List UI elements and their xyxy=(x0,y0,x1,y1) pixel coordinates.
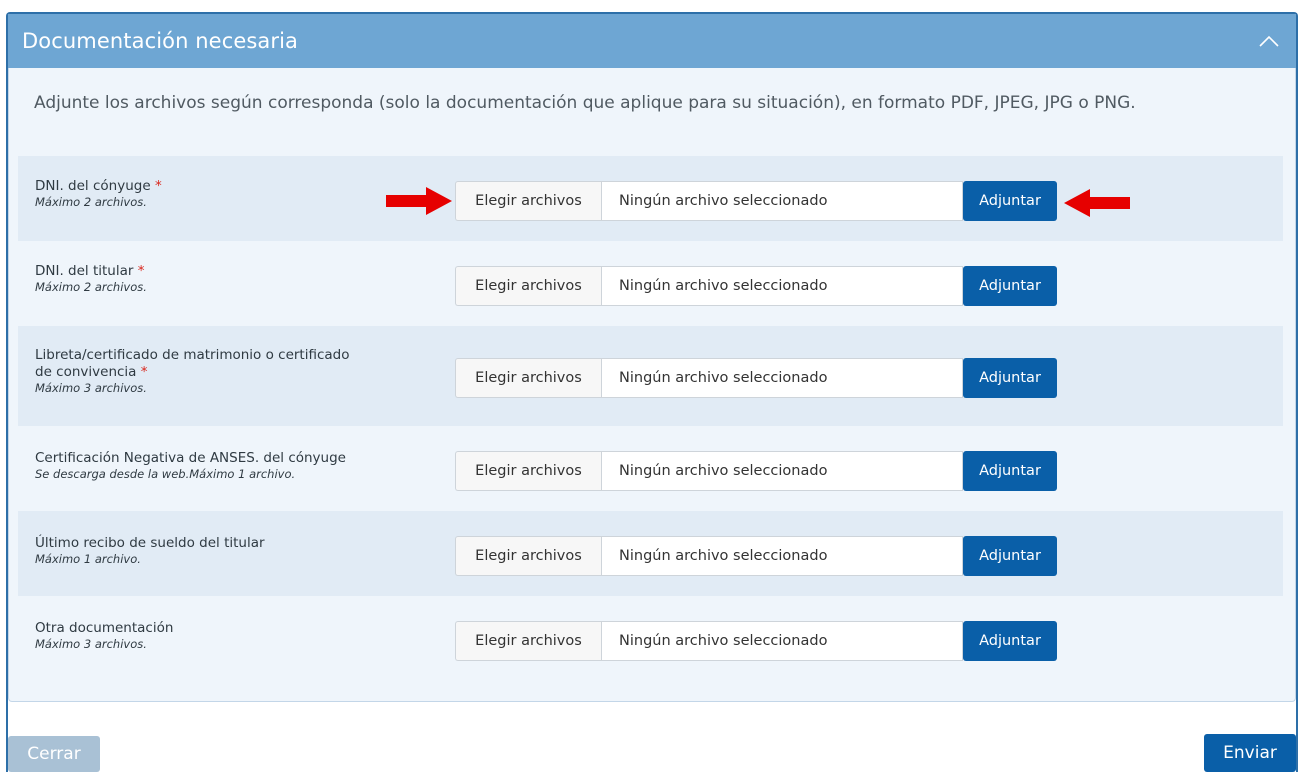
panel-header[interactable]: Documentación necesaria xyxy=(8,14,1296,68)
document-row: Libreta/certificado de matrimonio o cert… xyxy=(18,326,1283,426)
document-label: Otra documentación xyxy=(35,620,174,636)
choose-files-button[interactable]: Elegir archivos xyxy=(455,621,601,661)
document-label: DNI. del cónyuge xyxy=(35,178,151,194)
attach-button[interactable]: Adjuntar xyxy=(963,266,1057,306)
file-status: Ningún archivo seleccionado xyxy=(601,621,963,661)
document-label-block: Otra documentación Máximo 3 archivos. xyxy=(35,620,435,652)
choose-files-button[interactable]: Elegir archivos xyxy=(455,536,601,576)
document-label: Libreta/certificado de matrimonio o cert… xyxy=(35,347,350,363)
file-input-group: Elegir archivos Ningún archivo seleccion… xyxy=(455,536,1057,576)
attach-button[interactable]: Adjuntar xyxy=(963,451,1057,491)
choose-files-button[interactable]: Elegir archivos xyxy=(455,181,601,221)
required-mark: * xyxy=(137,263,145,279)
file-input-group: Elegir archivos Ningún archivo seleccion… xyxy=(455,451,1057,491)
choose-files-button[interactable]: Elegir archivos xyxy=(455,266,601,306)
document-label-block: Último recibo de sueldo del titular Máxi… xyxy=(35,535,435,567)
document-note: Máximo 1 archivo. xyxy=(35,552,141,566)
attach-button[interactable]: Adjuntar xyxy=(963,181,1057,221)
required-mark: * xyxy=(140,364,148,380)
document-label-block: DNI. del cónyuge * Máximo 2 archivos. xyxy=(35,178,435,210)
document-note: Se descarga desde la web.Máximo 1 archiv… xyxy=(35,467,296,481)
document-note: Máximo 2 archivos. xyxy=(35,280,147,294)
file-status: Ningún archivo seleccionado xyxy=(601,358,963,398)
attach-button[interactable]: Adjuntar xyxy=(963,358,1057,398)
file-input-group: Elegir archivos Ningún archivo seleccion… xyxy=(455,266,1057,306)
document-label-block: DNI. del titular * Máximo 2 archivos. xyxy=(35,263,435,295)
document-label: Certificación Negativa de ANSES. del cón… xyxy=(35,450,346,466)
document-label-block: Certificación Negativa de ANSES. del cón… xyxy=(35,450,435,482)
document-label: Último recibo de sueldo del titular xyxy=(35,535,265,551)
attach-button[interactable]: Adjuntar xyxy=(963,536,1057,576)
document-note: Máximo 3 archivos. xyxy=(35,381,147,395)
file-status: Ningún archivo seleccionado xyxy=(601,266,963,306)
submit-button[interactable]: Enviar xyxy=(1204,734,1296,772)
document-row: Último recibo de sueldo del titular Máxi… xyxy=(18,511,1283,596)
arrow-right-icon xyxy=(386,187,452,215)
document-label-block: Libreta/certificado de matrimonio o cert… xyxy=(35,347,435,396)
file-status: Ningún archivo seleccionado xyxy=(601,451,963,491)
document-row: Otra documentación Máximo 3 archivos. El… xyxy=(18,596,1283,681)
file-status: Ningún archivo seleccionado xyxy=(601,181,963,221)
document-row: Certificación Negativa de ANSES. del cón… xyxy=(18,426,1283,511)
choose-files-button[interactable]: Elegir archivos xyxy=(455,451,601,491)
chevron-up-icon[interactable] xyxy=(1258,30,1280,52)
attach-button[interactable]: Adjuntar xyxy=(963,621,1057,661)
panel-title: Documentación necesaria xyxy=(22,29,299,53)
choose-files-button[interactable]: Elegir archivos xyxy=(455,358,601,398)
document-label: DNI. del titular xyxy=(35,263,134,279)
file-status: Ningún archivo seleccionado xyxy=(601,536,963,576)
document-row: DNI. del titular * Máximo 2 archivos. El… xyxy=(18,241,1283,326)
document-note: Máximo 3 archivos. xyxy=(35,637,147,651)
required-mark: * xyxy=(154,178,162,194)
panel-intro: Adjunte los archivos según corresponda (… xyxy=(34,93,1136,113)
file-input-group: Elegir archivos Ningún archivo seleccion… xyxy=(455,621,1057,661)
document-note: Máximo 2 archivos. xyxy=(35,195,147,209)
arrow-left-icon xyxy=(1064,189,1130,217)
file-input-group: Elegir archivos Ningún archivo seleccion… xyxy=(455,181,1057,221)
file-input-group: Elegir archivos Ningún archivo seleccion… xyxy=(455,358,1057,398)
document-label-continued: de convivencia xyxy=(35,364,137,380)
